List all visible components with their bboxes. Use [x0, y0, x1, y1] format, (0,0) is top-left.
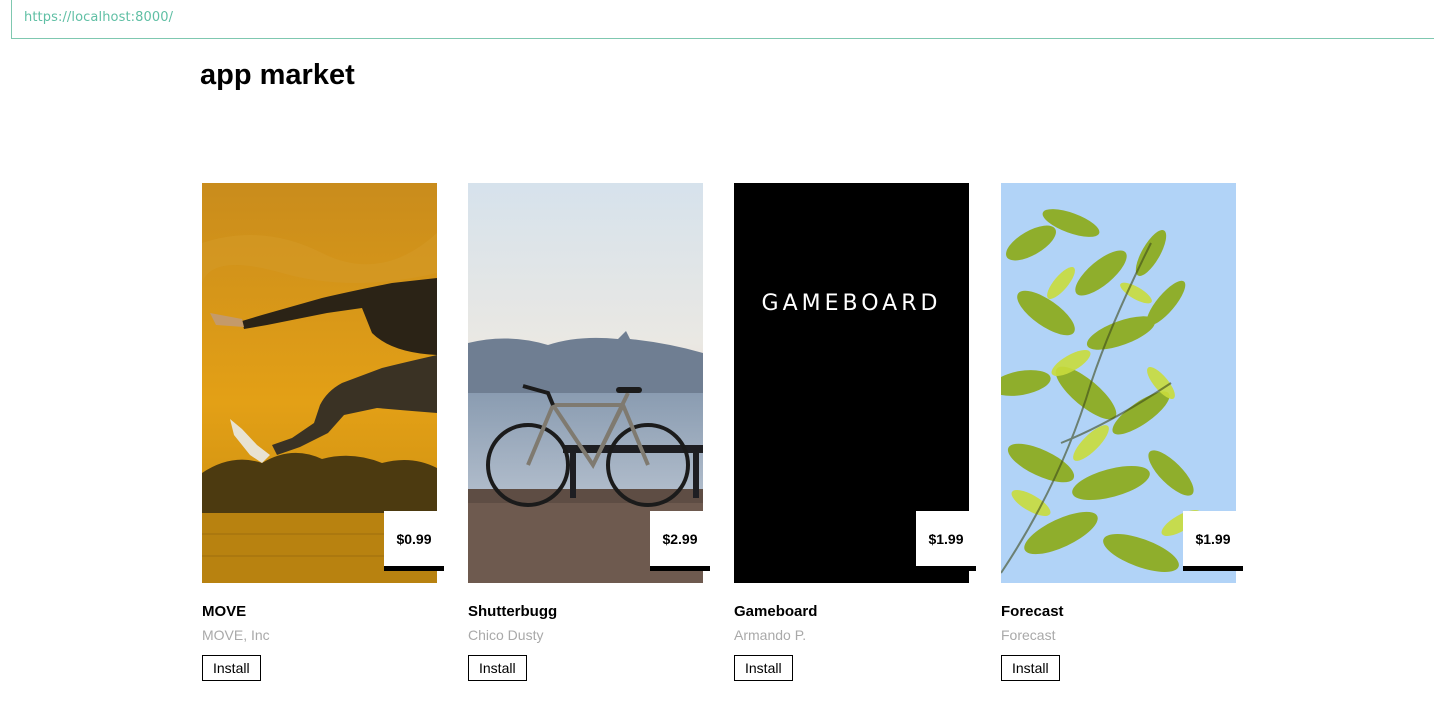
app-card-gameboard: GAMEBOARD $1.99 Gameboard Armando P. Ins… — [734, 183, 976, 683]
install-button[interactable]: Install — [734, 655, 793, 681]
app-developer: MOVE, Inc — [202, 627, 270, 643]
gameboard-logo-text: GAMEBOARD — [761, 291, 942, 316]
app-name[interactable]: Forecast — [1001, 603, 1064, 620]
app-card-shutterbugg: $2.99 Shutterbugg Chico Dusty Install — [468, 183, 710, 683]
install-button[interactable]: Install — [1001, 655, 1060, 681]
install-button[interactable]: Install — [468, 655, 527, 681]
price-tag: $2.99 — [650, 511, 710, 571]
app-developer: Forecast — [1001, 627, 1056, 643]
price-tag: $0.99 — [384, 511, 444, 571]
address-bar-url[interactable]: https://localhost:8000/ — [24, 10, 173, 25]
price-tag: $1.99 — [916, 511, 976, 571]
install-button[interactable]: Install — [202, 655, 261, 681]
app-name[interactable]: Gameboard — [734, 603, 817, 620]
page-title: app market — [200, 59, 355, 91]
app-card-move: $0.99 MOVE MOVE, Inc Install — [202, 183, 444, 683]
app-name[interactable]: MOVE — [202, 603, 246, 620]
price-tag: $1.99 — [1183, 511, 1243, 571]
address-bar[interactable]: https://localhost:8000/ — [11, 0, 1434, 39]
app-card-forecast: $1.99 Forecast Forecast Install — [1001, 183, 1243, 683]
app-developer: Chico Dusty — [468, 627, 544, 643]
app-name[interactable]: Shutterbugg — [468, 603, 557, 620]
app-developer: Armando P. — [734, 627, 807, 643]
